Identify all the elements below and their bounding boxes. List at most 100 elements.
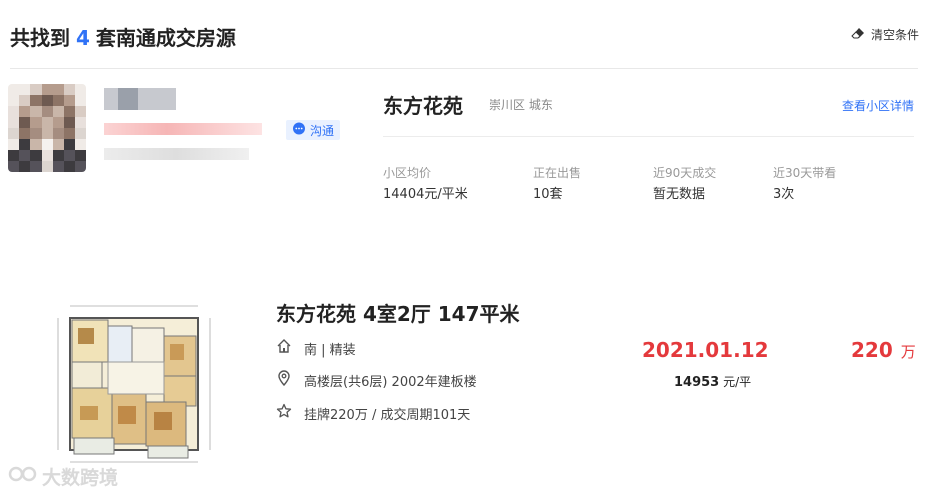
house-icon <box>276 338 304 358</box>
chat-label: 沟通 <box>310 123 335 138</box>
orientation-text: 南 | 精装 <box>304 342 356 358</box>
avatar-pixel <box>75 128 86 139</box>
avatar-pixel <box>19 95 32 106</box>
deal-price-value: 220 <box>851 338 893 362</box>
avatar-pixel <box>75 95 86 106</box>
stat-label: 近90天成交 <box>653 166 717 180</box>
avatar-pixel <box>75 117 86 128</box>
avatar-pixel <box>8 161 20 172</box>
avatar-pixel <box>41 150 54 161</box>
avatar-pixel <box>19 150 32 161</box>
avatar-pixel <box>8 106 20 117</box>
avatar-pixel <box>64 128 76 139</box>
avatar-pixel <box>41 106 54 117</box>
avatar-pixel <box>52 117 65 128</box>
avatar-pixel <box>19 161 32 172</box>
stat-90day-deals: 近90天成交 暂无数据 <box>653 164 716 202</box>
avatar-pixel <box>8 128 20 139</box>
avatar-pixel <box>75 106 86 117</box>
floor-row: 高楼层(共6层) 2002年建板楼 <box>276 370 477 390</box>
results-title: 共找到 4 套南通成交房源 <box>10 22 236 51</box>
agent-subtitle <box>104 148 249 160</box>
avatar-pixel <box>30 150 43 161</box>
avatar-pixel <box>52 150 65 161</box>
results-header: 共找到 4 套南通成交房源 清空条件 <box>0 0 945 70</box>
stat-value: 14404元/平米 <box>383 187 468 202</box>
avatar-pixel <box>19 84 32 95</box>
unit-price-unit: 元/平 <box>723 375 752 389</box>
stat-avg-price: 小区均价 14404元/平米 <box>383 164 468 202</box>
avatar-pixel <box>41 117 54 128</box>
avatar-pixel <box>41 95 54 106</box>
avatar-pixel <box>64 139 76 150</box>
avatar-pixel <box>64 161 76 172</box>
avatar-pixel <box>19 106 32 117</box>
avatar-pixel <box>8 117 20 128</box>
avatar-pixel <box>41 128 54 139</box>
stat-value: 暂无数据 <box>653 187 706 202</box>
avatar-pixel <box>8 84 20 95</box>
avatar-pixel <box>52 139 65 150</box>
avatar-pixel <box>52 106 65 117</box>
community-detail-link[interactable]: 查看小区详情 <box>842 97 914 114</box>
avatar-pixel <box>52 161 65 172</box>
avatar-pixel <box>75 150 86 161</box>
avatar-pixel <box>41 161 54 172</box>
listing-info-row: 挂牌220万 / 成交周期101天 <box>276 403 470 423</box>
results-title-prefix: 共找到 <box>10 26 70 50</box>
avatar-pixel <box>75 161 86 172</box>
avatar-pixel <box>30 106 43 117</box>
avatar-pixel <box>75 84 86 95</box>
listing-info-text: 挂牌220万 / 成交周期101天 <box>304 407 471 423</box>
chat-button[interactable]: 沟通 <box>286 120 341 140</box>
stat-label: 正在出售 <box>533 166 582 180</box>
clear-filters-button[interactable]: 清空条件 <box>851 26 919 43</box>
agent-name[interactable] <box>104 88 176 110</box>
header-divider <box>10 68 918 69</box>
listing-title[interactable]: 东方花苑 4室2厅 147平米 <box>276 298 520 327</box>
stat-30day-visits: 近30天带看 3次 <box>773 164 836 202</box>
agent-card: 沟通 <box>8 84 348 184</box>
unit-price-value: 14953 <box>674 375 720 390</box>
avatar-pixel <box>30 117 43 128</box>
avatar-pixel <box>64 150 76 161</box>
avatar-pixel <box>64 106 76 117</box>
stat-on-sale: 正在出售 10套 <box>533 164 581 202</box>
watermark-logo-icon <box>8 463 42 490</box>
community-area: 崇川区 城东 <box>489 98 553 112</box>
results-count: 4 <box>76 26 90 50</box>
avatar-pixel <box>30 84 43 95</box>
avatar-pixel <box>52 128 65 139</box>
stat-label: 近30天带看 <box>773 166 837 180</box>
community-name[interactable]: 东方花苑 <box>383 90 463 119</box>
orientation-row: 南 | 精装 <box>276 338 356 358</box>
eraser-icon <box>851 27 865 42</box>
community-divider <box>383 136 914 137</box>
clear-filters-label: 清空条件 <box>870 28 919 42</box>
chat-bubble-icon <box>292 122 310 139</box>
avatar-pixel <box>30 139 43 150</box>
star-icon <box>276 403 304 423</box>
deal-date: 2021.01.12 <box>642 338 769 362</box>
avatar-pixel <box>52 84 65 95</box>
deal-price: 220 万 <box>851 338 916 362</box>
avatar-pixel <box>52 95 65 106</box>
avatar-pixel <box>8 139 20 150</box>
avatar-pixel <box>8 150 20 161</box>
deal-price-unit: 万 <box>900 343 916 361</box>
avatar-pixel <box>75 139 86 150</box>
avatar[interactable] <box>8 84 86 172</box>
avatar-pixel <box>41 139 54 150</box>
stat-value: 10套 <box>533 187 563 202</box>
floorplan-image[interactable] <box>30 298 218 466</box>
avatar-pixel <box>19 128 32 139</box>
avatar-pixel <box>30 128 43 139</box>
avatar-pixel <box>8 95 20 106</box>
avatar-pixel <box>64 117 76 128</box>
results-title-suffix: 套南通成交房源 <box>95 26 236 50</box>
avatar-pixel <box>19 117 32 128</box>
avatar-pixel <box>30 161 43 172</box>
avatar-pixel <box>19 139 32 150</box>
watermark: 大数跨境 <box>8 463 118 490</box>
floor-text: 高楼层(共6层) 2002年建板楼 <box>304 374 477 390</box>
